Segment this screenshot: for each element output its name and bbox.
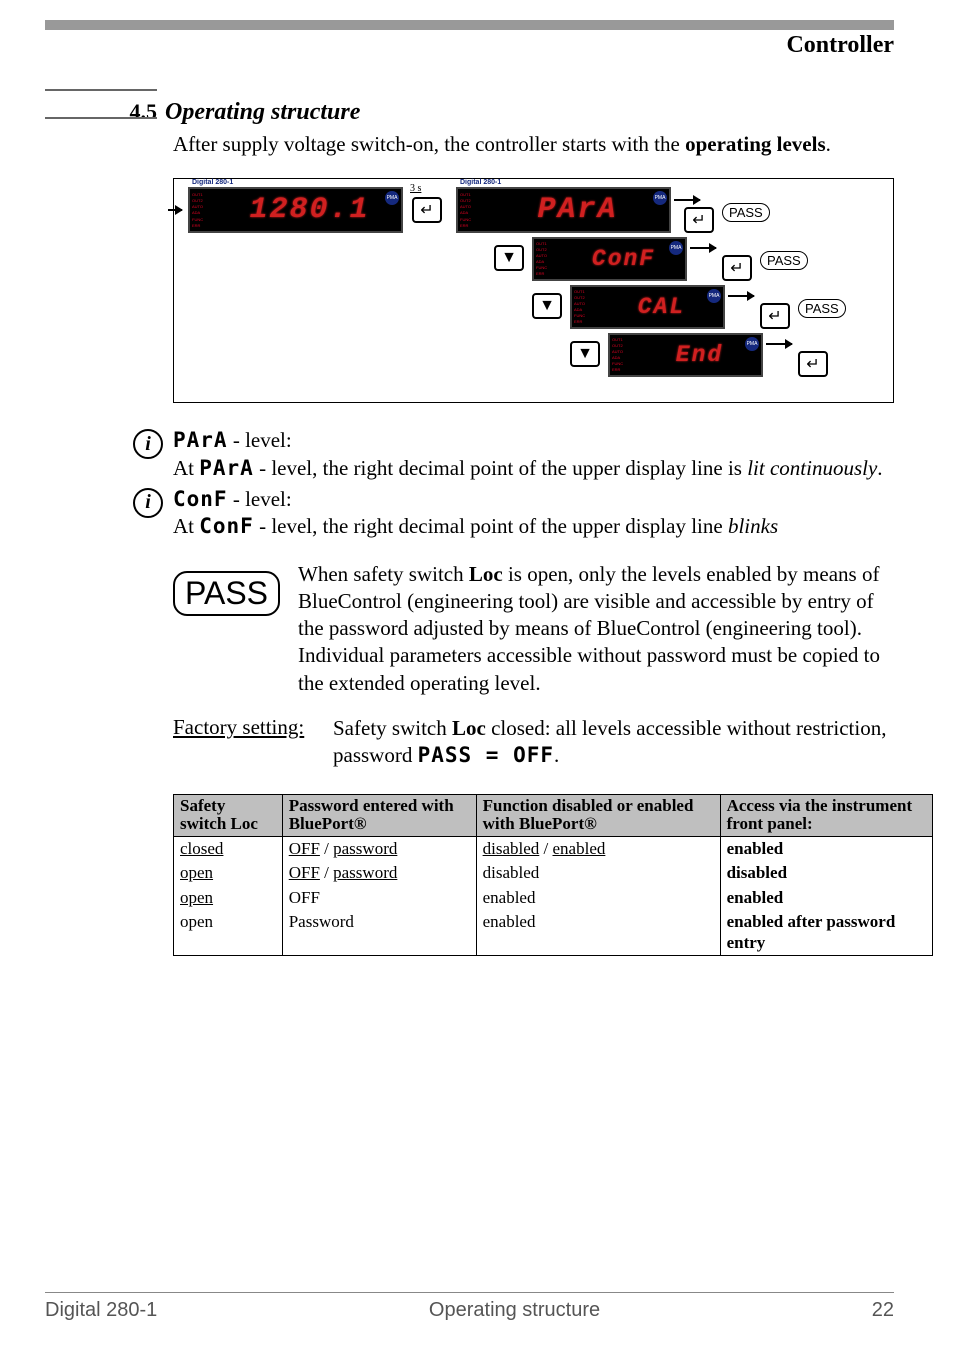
enter-icon: ↵	[420, 200, 433, 220]
table-row: openOFFenabledenabled	[174, 886, 933, 910]
enter-icon: ↵	[768, 306, 781, 326]
enter-button-end: ↵	[798, 351, 828, 377]
pass-badge-2: PASS	[760, 251, 808, 270]
info-icon: i	[133, 488, 163, 518]
lcd-cal-value: CAL	[600, 287, 723, 327]
down-button-2: ▼	[532, 293, 562, 319]
section-heading: 4.5 Operating structure	[45, 99, 894, 126]
th-function: Function disabled or enabled with BluePo…	[476, 794, 720, 836]
info-conf: i ConF - level: At ConF - level, the rig…	[133, 486, 894, 541]
down-icon: ▼	[501, 249, 517, 267]
pass-explanation: PASS When safety switch Loc is open, onl…	[173, 561, 894, 697]
page-header: Controller	[45, 32, 894, 59]
intro-text: After supply voltage switch-on, the cont…	[173, 130, 894, 158]
lcd-main-value: 1280.1	[218, 189, 401, 231]
lcd-para-value: PArA	[486, 189, 669, 231]
footer-left: Digital 280-1	[45, 1299, 157, 1322]
table-row: closedOFF / passworddisabled / enableden…	[174, 836, 933, 861]
down-button-1: ▼	[494, 245, 524, 271]
lcd-led-strip: OUT1OUT2AUTOADAFUNCERR	[190, 189, 218, 231]
th-password: Password entered with BluePort®	[282, 794, 476, 836]
info-conf-seg: ConF	[173, 487, 228, 511]
lcd-model-label: Digital 280-1	[192, 179, 233, 186]
enter-icon: ↵	[806, 354, 819, 374]
intro-prefix: After supply voltage switch-on, the cont…	[173, 132, 685, 156]
arrow-para	[674, 199, 700, 201]
enter-button-cal: ↵	[760, 303, 790, 329]
operating-structure-diagram: Digital 280-1 PMA OUT1OUT2AUTOADAFUNCERR…	[173, 178, 894, 403]
enter-button-para: ↵	[684, 207, 714, 233]
arrow-entry	[168, 209, 182, 211]
lcd-cal: PMA OUT1OUT2AUTOADAFUNCERR CAL	[570, 285, 725, 329]
enter-icon: ↵	[692, 210, 705, 230]
table-row: openPasswordenabledenabled after passwor…	[174, 910, 933, 955]
lcd-conf: PMA OUT1OUT2AUTOADAFUNCERR ConF	[532, 237, 687, 281]
info-para-seg: PArA	[173, 428, 228, 452]
down-icon: ▼	[539, 297, 555, 315]
table-row: openOFF / passworddisableddisabled	[174, 861, 933, 885]
down-icon: ▼	[577, 345, 593, 363]
info-para: i PArA - level: At PArA - level, the rig…	[133, 427, 894, 482]
enter-button-conf: ↵	[722, 255, 752, 281]
intro-suffix: .	[826, 132, 831, 156]
footer-page-number: 22	[872, 1299, 894, 1322]
down-button-3: ▼	[570, 341, 600, 367]
th-access: Access via the instrument front panel:	[720, 794, 932, 836]
th-loc: Safety switch Loc	[174, 794, 283, 836]
intro-bold: operating levels	[685, 132, 826, 156]
pass-badge-1: PASS	[722, 203, 770, 222]
section-title: Operating structure	[165, 99, 360, 126]
arrow-cal	[728, 295, 754, 297]
factory-setting: Factory setting: Safety switch Loc close…	[173, 715, 894, 770]
header-rule	[45, 20, 894, 30]
factory-label: Factory setting:	[173, 715, 333, 770]
info-icon: i	[133, 429, 163, 459]
lcd-para: Digital 280-1 PMA OUT1OUT2AUTOADAFUNCERR…	[456, 187, 671, 233]
page-footer: Digital 280-1 Operating structure 22	[45, 1292, 894, 1322]
arrow-conf	[690, 247, 716, 249]
lcd-end: PMA OUT1OUT2AUTOADAFUNCERR End	[608, 333, 763, 377]
arrow-end	[766, 343, 792, 345]
lcd-main: Digital 280-1 PMA OUT1OUT2AUTOADAFUNCERR…	[188, 187, 403, 233]
enter-button-1: ↵	[412, 197, 442, 223]
pass-badge-3: PASS	[798, 299, 846, 318]
lcd-end-value: End	[638, 335, 761, 375]
pass-badge-large: PASS	[173, 571, 280, 616]
lcd-conf-value: ConF	[562, 239, 685, 279]
footer-center: Operating structure	[429, 1299, 600, 1322]
hold-time-label: 3 s	[410, 183, 421, 194]
enter-icon: ↵	[730, 258, 743, 278]
section-number: 4.5	[130, 99, 158, 124]
access-table: Safety switch Loc Password entered with …	[173, 794, 933, 956]
